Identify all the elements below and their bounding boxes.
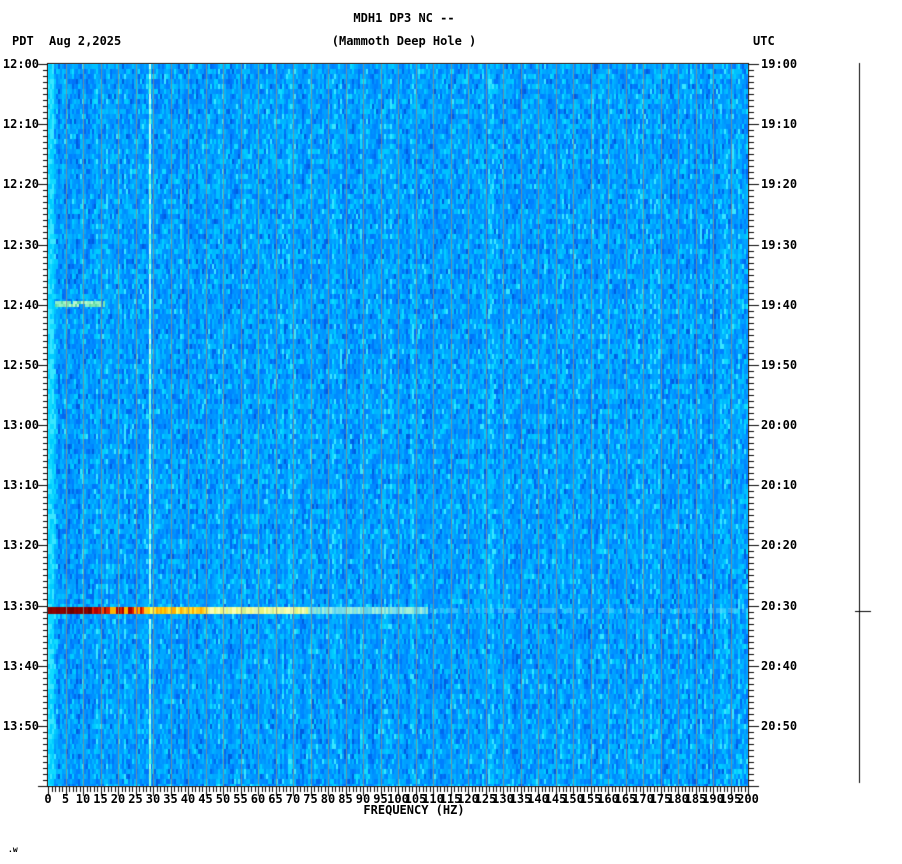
- spectrogram-canvas: [48, 64, 748, 786]
- spectrogram-page: MDH1 DP3 NC -- (Mammoth Deep Hole ) PDT …: [0, 0, 902, 864]
